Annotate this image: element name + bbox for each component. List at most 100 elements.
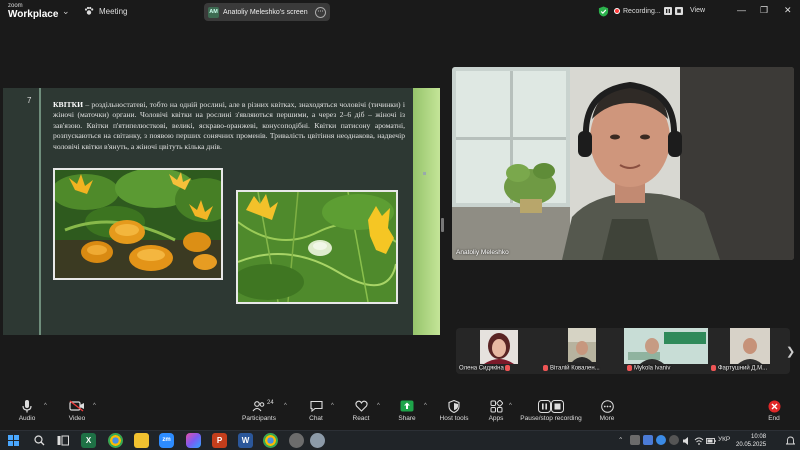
participant-tile[interactable]: Mykola Ivaniv (624, 328, 708, 374)
host-tools-label: Host tools (439, 415, 469, 422)
pinned-app-icon[interactable] (310, 433, 325, 448)
audio-label: Audio (18, 415, 36, 422)
participant-name: Фартушний Д.М... (711, 365, 767, 372)
share-screen-icon (400, 400, 414, 412)
participants-options-icon[interactable]: ^ (284, 403, 287, 409)
speaker-video[interactable]: Anatoliy Meleshko (452, 67, 794, 260)
audio-button[interactable]: Audio (0, 398, 54, 422)
squash-flower-photo (236, 190, 398, 304)
host-shield-icon (448, 399, 460, 413)
next-participants-icon[interactable]: ❯ (786, 345, 795, 358)
participant-name-text: Віталій Ковален... (550, 366, 600, 372)
zoom-taskbar-icon[interactable]: zm (159, 433, 174, 448)
search-icon[interactable] (34, 435, 45, 446)
clock[interactable]: 10:08 20.05.2025 (736, 433, 766, 449)
notifications-icon[interactable] (786, 436, 795, 446)
chrome-profile-icon[interactable] (263, 433, 278, 448)
chat-label: Chat (309, 415, 323, 422)
recording-indicator[interactable]: Recording... (614, 7, 683, 15)
more-icon (600, 399, 614, 413)
more-label: More (599, 415, 615, 422)
apps-label: Apps (488, 415, 504, 422)
tray-overflow-icon[interactable]: ⌃ (618, 436, 623, 444)
excel-icon[interactable]: X (81, 433, 96, 448)
participants-label: Participants (242, 415, 276, 422)
more-options-icon[interactable]: ⋯ (315, 6, 326, 18)
tray-app-icon[interactable] (669, 435, 679, 445)
video-button[interactable]: Video (50, 398, 104, 422)
apps-icon (490, 399, 503, 412)
participants-count: 24 (267, 400, 274, 406)
share-button[interactable]: Share (380, 398, 434, 422)
more-button[interactable]: More (580, 398, 634, 422)
tray-app-icon[interactable] (643, 435, 653, 445)
stop-recording-icon[interactable] (674, 7, 683, 15)
video-label: Video (68, 415, 86, 422)
chrome-icon[interactable] (108, 433, 123, 448)
chat-icon (309, 400, 323, 412)
copilot-icon[interactable] (186, 433, 201, 448)
cursor-marker (423, 172, 426, 175)
brand-line-2: Workplace (8, 9, 59, 20)
encryption-shield-icon[interactable] (598, 6, 609, 17)
pause-stop-recording-button[interactable]: Pause/stop recording (511, 398, 591, 422)
meeting-label: Meeting (99, 6, 128, 16)
participant-name: Віталій Ковален... (543, 365, 600, 372)
battery-icon[interactable] (706, 436, 716, 446)
pause-stop-recording-label: Pause/stop recording (520, 415, 582, 422)
video-off-icon (69, 400, 84, 412)
microphone-icon (22, 400, 32, 413)
splitter-handle[interactable] (441, 218, 444, 232)
participant-name-text: Mykola Ivaniv (634, 366, 671, 372)
recording-label: Recording... (623, 7, 661, 15)
wifi-icon[interactable] (694, 436, 704, 446)
powerpoint-icon[interactable]: P (212, 433, 227, 448)
task-view-icon[interactable] (57, 435, 69, 446)
tray-app-icon[interactable] (656, 435, 666, 445)
pause-recording-icon[interactable] (663, 7, 672, 15)
screen-share-indicator[interactable]: AM Anatoliy Meleshko's screen ⋯ (204, 3, 330, 21)
muted-mic-icon (627, 365, 632, 372)
speaker-name: Anatoliy Meleshko (456, 249, 509, 256)
slide-number: 7 (27, 96, 32, 105)
participants-icon (252, 401, 265, 412)
tray-app-icon[interactable] (630, 435, 640, 445)
camera-app-icon[interactable] (289, 433, 304, 448)
clock-date: 20.05.2025 (736, 442, 767, 448)
shared-slide: 7 КВІТКИ – роздільностатеві, тобто на од… (3, 88, 440, 335)
audio-options-icon[interactable]: ^ (44, 403, 47, 409)
close-icon[interactable]: ✕ (784, 5, 792, 16)
participants-button[interactable]: 24 Participants (232, 398, 286, 422)
file-explorer-icon[interactable] (134, 433, 149, 448)
muted-mic-icon (711, 365, 716, 372)
share-label: Share (398, 415, 416, 422)
speaker-volume-icon[interactable] (682, 436, 692, 446)
minimize-icon[interactable]: — (737, 5, 746, 15)
slide-text: КВІТКИ – роздільностатеві, тобто на одні… (53, 100, 405, 152)
word-icon[interactable]: W (238, 433, 253, 448)
slide-green-band (413, 88, 440, 335)
meeting-info-button[interactable]: Meeting (84, 6, 127, 16)
participant-name-text: Олена Сидякіна (459, 366, 504, 372)
slide-text-body: – роздільностатеві, тобто на одній росли… (53, 100, 405, 151)
participant-tile[interactable]: Фартушний Д.М... (708, 328, 790, 374)
participant-tile[interactable]: Віталій Ковален... (540, 328, 624, 374)
view-button[interactable]: View (690, 7, 705, 14)
muted-mic-icon (505, 365, 511, 372)
react-label: React (352, 415, 370, 422)
end-meeting-button[interactable]: End (747, 398, 800, 422)
end-icon (768, 400, 780, 412)
participant-name: Олена Сидякіна (459, 365, 512, 372)
language-indicator[interactable]: УКР (718, 436, 730, 443)
end-label: End (768, 415, 780, 422)
muted-mic-icon (543, 365, 548, 372)
participant-tile[interactable]: Олена Сидякіна (456, 328, 540, 374)
restore-icon[interactable]: ❐ (760, 5, 768, 16)
video-options-icon[interactable]: ^ (93, 403, 96, 409)
squash-fruits-photo (53, 168, 223, 280)
brand-chevron-icon[interactable]: ⌄ (62, 6, 70, 17)
screen-share-label: Anatoliy Meleshko's screen (223, 8, 308, 16)
participant-name-text: Фартушний Д.М... (718, 366, 768, 372)
windows-start-icon[interactable] (8, 435, 19, 446)
participant-strip: Олена Сидякіна Віталій Ковален... Mykola… (456, 328, 790, 374)
